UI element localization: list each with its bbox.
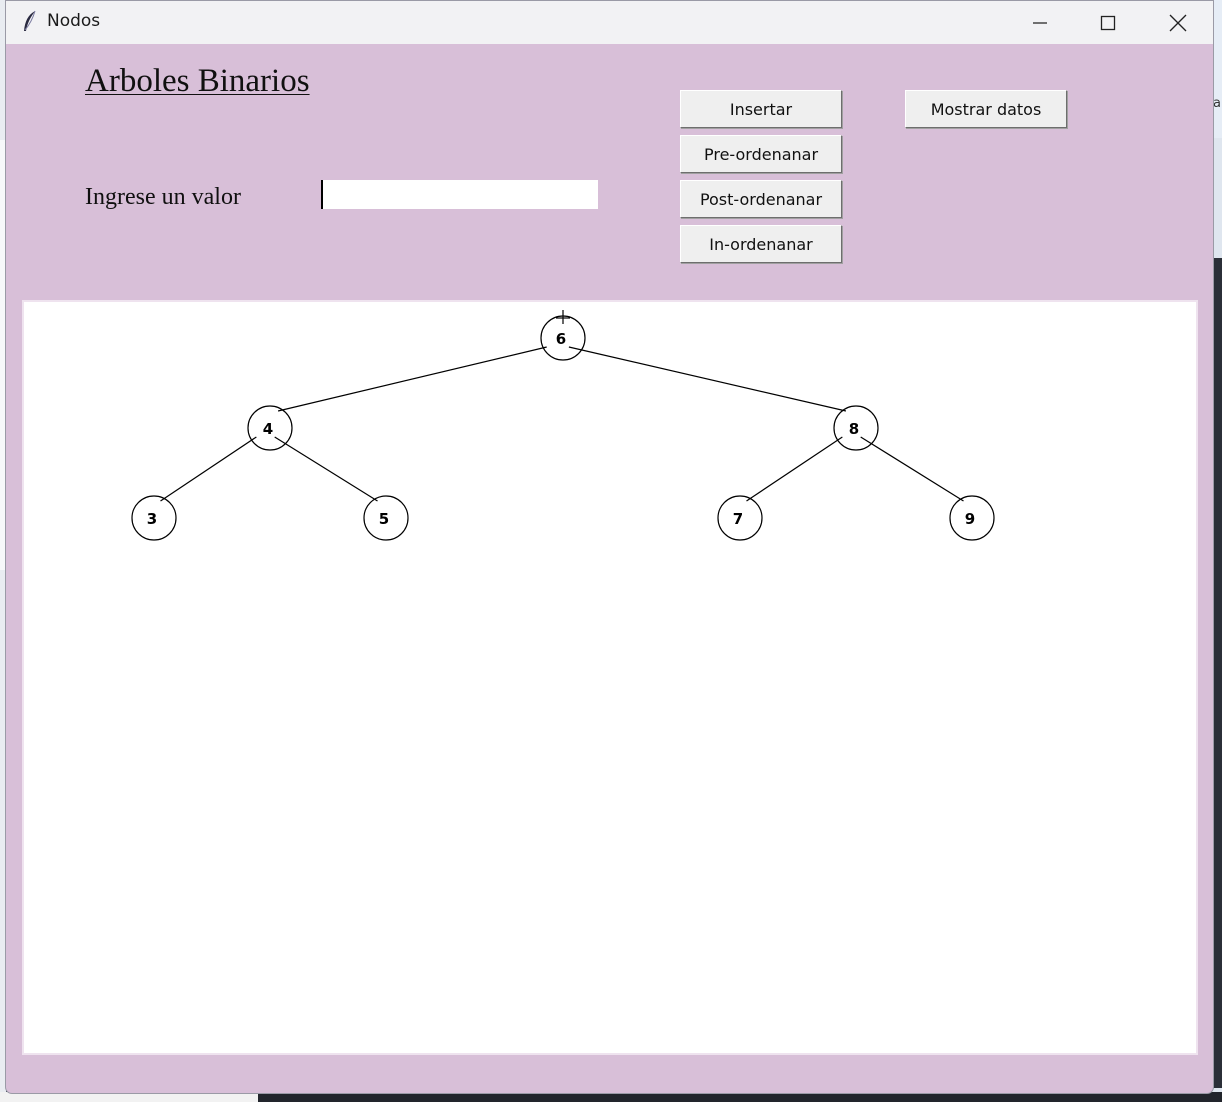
tree-node-3: 3 [131, 495, 177, 541]
close-button[interactable] [1147, 1, 1209, 44]
node-label: 4 [263, 420, 273, 438]
minimize-icon [1033, 21, 1047, 24]
window-title: Nodos [47, 11, 101, 31]
tree-diagram: 6 4 8 3 5 7 9 [131, 310, 995, 541]
tree-edge [277, 346, 547, 412]
desktop-right-text: a [1213, 96, 1221, 111]
node-label: 7 [733, 510, 743, 528]
maximize-button[interactable] [1077, 1, 1139, 44]
app-window: Nodos Arboles Binarios Ingrese un valor … [5, 0, 1214, 1094]
page-title: Arboles Binarios [85, 63, 310, 99]
value-input[interactable] [321, 180, 598, 209]
inorder-button[interactable]: In-ordenanar [680, 225, 842, 263]
insert-button[interactable]: Insertar [680, 90, 842, 128]
tree-node-7: 7 [717, 495, 763, 541]
node-label: 9 [965, 510, 975, 528]
node-label: 6 [556, 330, 566, 348]
tree-node-9: 9 [949, 495, 995, 541]
tree-edge [274, 436, 378, 502]
tree-edge [860, 436, 964, 502]
tree-edge [568, 346, 847, 412]
minimize-button[interactable] [1009, 1, 1071, 44]
tree-edge [746, 436, 843, 502]
tree-node-5: 5 [363, 495, 409, 541]
preorder-button[interactable]: Pre-ordenanar [680, 135, 842, 173]
feather-icon [20, 9, 40, 35]
tree-edge [160, 436, 257, 502]
value-label: Ingrese un valor [85, 184, 241, 210]
tree-canvas: 6 4 8 3 5 7 9 [22, 300, 1198, 1055]
node-label: 5 [379, 510, 389, 528]
postorder-button[interactable]: Post-ordenanar [680, 180, 842, 218]
show-data-button[interactable]: Mostrar datos [905, 90, 1067, 128]
tree-node-8: 8 [833, 405, 879, 451]
node-label: 3 [147, 510, 157, 528]
title-bar[interactable]: Nodos [6, 1, 1213, 44]
tree-node-4: 4 [247, 405, 293, 451]
node-label: 8 [849, 420, 859, 438]
maximize-icon [1100, 15, 1116, 30]
close-icon [1169, 14, 1187, 31]
